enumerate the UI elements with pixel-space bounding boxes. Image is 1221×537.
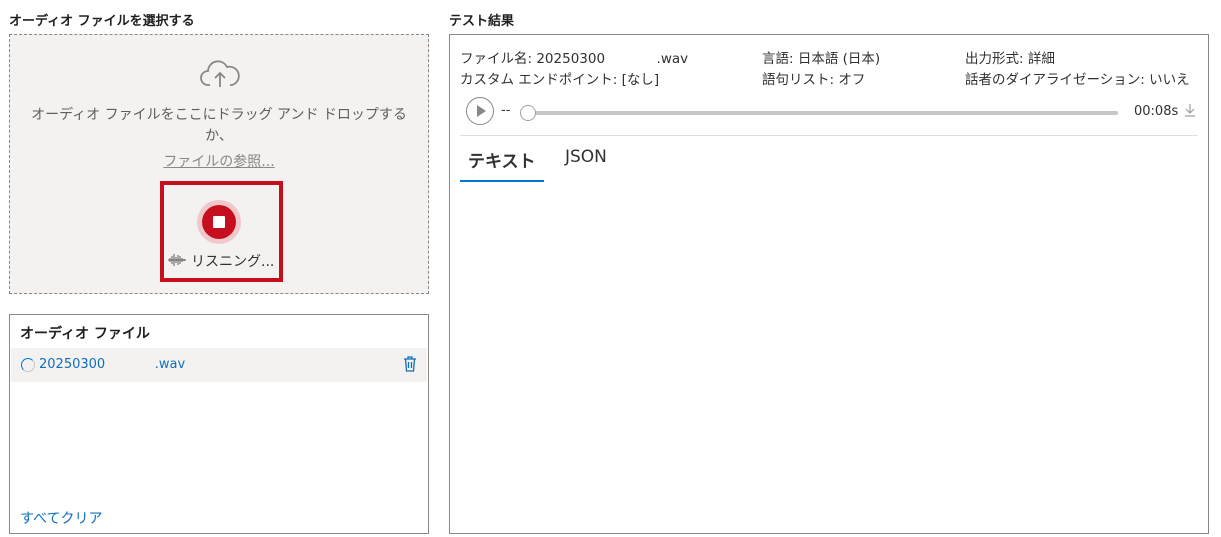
tab-json[interactable]: JSON <box>557 147 615 175</box>
spinner-icon <box>21 358 35 372</box>
play-button[interactable] <box>466 97 494 125</box>
stop-icon <box>202 205 236 239</box>
phrase-list-info: 語句リスト: オフ <box>762 72 866 88</box>
recording-indicator: リスニング... <box>160 181 283 282</box>
stop-recording-button[interactable] <box>197 200 241 244</box>
select-audio-title: オーディオ ファイルを選択する <box>9 14 195 29</box>
browse-files-link[interactable]: ファイルの参照... <box>10 151 428 171</box>
test-results-title: テスト結果 <box>449 14 515 29</box>
clear-all-link[interactable]: すべてクリア <box>20 508 102 528</box>
custom-endpoint-info: カスタム エンドポイント: [なし] <box>460 72 660 88</box>
audio-files-title: オーディオ ファイル <box>20 326 150 342</box>
list-item[interactable]: 20250300 .wav <box>11 348 427 382</box>
results-panel: ファイル名: 20250300 .wav 言語: 日本語 (日本) 出力形式: … <box>449 34 1209 534</box>
output-format-info: 出力形式: 詳細 <box>965 51 1055 67</box>
listening-status: リスニング... <box>167 251 279 271</box>
seek-track[interactable] <box>528 111 1118 115</box>
listening-label: リスニング... <box>191 254 275 270</box>
download-icon[interactable] <box>1184 103 1196 117</box>
file-name-info: ファイル名: 20250300 .wav <box>460 51 689 67</box>
audio-files-panel: オーディオ ファイル 20250300 .wav すべてクリア <box>9 314 429 534</box>
cloud-upload-icon <box>200 60 240 87</box>
duration: 00:08s <box>1134 104 1179 119</box>
seek-thumb[interactable] <box>520 105 536 121</box>
waveform-icon <box>168 254 186 266</box>
file-name[interactable]: 20250300 .wav <box>39 357 185 372</box>
trash-icon[interactable] <box>403 356 417 372</box>
divider <box>460 135 1198 136</box>
diarization-info: 話者のダイアライゼーション: いいえ <box>965 72 1190 88</box>
drop-instructions: オーディオ ファイルをここにドラッグ アンド ドロップするか、 <box>31 107 407 144</box>
tab-text[interactable]: テキスト <box>460 147 544 182</box>
play-icon <box>477 105 486 117</box>
current-position: -- <box>501 103 511 118</box>
language-info: 言語: 日本語 (日本) <box>762 51 881 67</box>
audio-player: -- 00:08s <box>466 97 1198 127</box>
audio-dropzone[interactable]: オーディオ ファイルをここにドラッグ アンド ドロップするか、 ファイルの参照.… <box>9 34 429 294</box>
